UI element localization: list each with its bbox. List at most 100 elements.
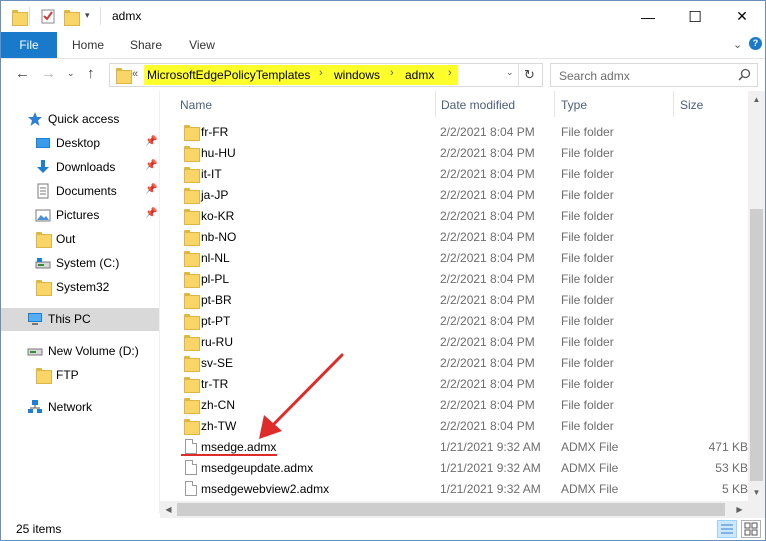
pin-icon[interactable]: 📌: [145, 160, 157, 171]
address-history-icon[interactable]: ⌄: [506, 67, 514, 78]
search-icon[interactable]: [738, 68, 751, 84]
table-row[interactable]: zh-TW 2/2/2021 8:04 PM File folder: [160, 415, 748, 436]
column-header-type[interactable]: Type: [561, 98, 587, 112]
folder-icon: [184, 187, 200, 204]
table-row[interactable]: it-IT 2/2/2021 8:04 PM File folder: [160, 163, 748, 184]
up-arrow-icon[interactable]: ↑: [87, 65, 95, 82]
folder-icon[interactable]: [12, 9, 28, 26]
table-row[interactable]: msedgeupdate.admx 1/21/2021 9:32 AM ADMX F…: [160, 457, 748, 478]
file-type: File folder: [561, 356, 614, 370]
nav-new-volume[interactable]: New Volume (D:): [1, 340, 159, 362]
help-icon[interactable]: ?: [749, 37, 762, 50]
pin-icon[interactable]: 📌: [145, 184, 157, 195]
nav-item-system-c[interactable]: System (C:): [1, 252, 159, 274]
table-row[interactable]: msedgewebview2.admx 1/21/2021 9:32 AM ADMX…: [160, 478, 748, 499]
breadcrumb-item[interactable]: MicrosoftEdgePolicyTemplates: [147, 68, 310, 82]
table-row[interactable]: pt-BR 2/2/2021 8:04 PM File folder: [160, 289, 748, 310]
column-header-row: ⌃ Name Date modified Type Size: [160, 91, 748, 117]
table-row[interactable]: nl-NL 2/2/2021 8:04 PM File folder: [160, 247, 748, 268]
scroll-down-icon[interactable]: ▼: [748, 484, 765, 501]
file-type: File folder: [561, 167, 614, 181]
nav-item-pictures[interactable]: Pictures 📌: [1, 204, 159, 226]
column-header-size[interactable]: Size: [680, 98, 703, 112]
tab-share[interactable]: Share: [123, 32, 169, 58]
chevron-right-icon[interactable]: ›: [319, 67, 323, 79]
details-view-icon[interactable]: [717, 520, 737, 538]
column-separator[interactable]: [673, 91, 674, 117]
nav-item-system32[interactable]: System32: [1, 276, 159, 298]
table-row[interactable]: ja-JP 2/2/2021 8:04 PM File folder: [160, 184, 748, 205]
annotation-underline: [181, 454, 277, 456]
status-bar: 25 items: [1, 518, 765, 540]
file-explorer-window: ▾ admx — ☐ ✕ File Home Share View ⌄ ? ← …: [0, 0, 766, 541]
column-header-name[interactable]: Name: [180, 98, 212, 112]
nav-item-out[interactable]: Out: [1, 228, 159, 250]
table-row[interactable]: ru-RU 2/2/2021 8:04 PM File folder: [160, 331, 748, 352]
nav-label: Network: [48, 400, 93, 414]
tab-file[interactable]: File: [1, 32, 57, 58]
nav-quick-access[interactable]: Quick access: [1, 108, 159, 130]
large-icons-view-icon[interactable]: [741, 520, 761, 538]
nav-this-pc[interactable]: This PC: [1, 308, 159, 331]
column-separator[interactable]: [554, 91, 555, 117]
forward-arrow-icon[interactable]: →: [41, 65, 56, 82]
date-modified: 1/21/2021 9:32 AM: [440, 461, 541, 475]
nav-label: Out: [56, 232, 76, 246]
table-row[interactable]: sv-SE 2/2/2021 8:04 PM File folder: [160, 352, 748, 373]
table-row[interactable]: zh-CN 2/2/2021 8:04 PM File folder: [160, 394, 748, 415]
recent-locations-icon[interactable]: ⌄: [67, 68, 75, 79]
pictures-icon: [35, 207, 51, 223]
tab-view[interactable]: View: [179, 32, 225, 58]
nav-item-documents[interactable]: Documents 📌: [1, 180, 159, 202]
scroll-up-icon[interactable]: ▲: [748, 91, 765, 108]
file-type: File folder: [561, 125, 614, 139]
breadcrumb-item[interactable]: admx: [405, 68, 434, 82]
search-input[interactable]: Search admx: [559, 69, 630, 83]
chevron-down-icon[interactable]: ⌄: [733, 32, 742, 58]
nav-item-downloads[interactable]: Downloads 📌: [1, 156, 159, 178]
refresh-icon[interactable]: ↻: [524, 67, 535, 83]
scroll-thumb[interactable]: [177, 503, 725, 516]
nav-item-ftp[interactable]: FTP: [1, 364, 159, 386]
customize-toolbar-icon[interactable]: ▾: [85, 10, 90, 21]
table-row[interactable]: hu-HU 2/2/2021 8:04 PM File folder: [160, 142, 748, 163]
file-name: ko-KR: [201, 209, 235, 223]
column-header-date[interactable]: Date modified: [441, 98, 515, 112]
vertical-scrollbar[interactable]: ▲ ▼: [748, 91, 765, 501]
maximize-button[interactable]: ☐: [672, 1, 718, 32]
table-row[interactable]: fr-FR 2/2/2021 8:04 PM File folder: [160, 121, 748, 142]
nav-network[interactable]: Network: [1, 396, 159, 418]
nav-item-desktop[interactable]: Desktop 📌: [1, 132, 159, 154]
date-modified: 2/2/2021 8:04 PM: [440, 146, 535, 160]
date-modified: 1/21/2021 9:32 AM: [440, 440, 541, 454]
table-row[interactable]: pl-PL 2/2/2021 8:04 PM File folder: [160, 268, 748, 289]
date-modified: 2/2/2021 8:04 PM: [440, 335, 535, 349]
table-row[interactable]: nb-NO 2/2/2021 8:04 PM File folder: [160, 226, 748, 247]
scroll-right-icon[interactable]: ▶: [731, 501, 748, 518]
scroll-thumb[interactable]: [750, 209, 763, 481]
new-folder-icon[interactable]: [64, 9, 80, 26]
table-row[interactable]: ko-KR 2/2/2021 8:04 PM File folder: [160, 205, 748, 226]
properties-icon[interactable]: [40, 8, 56, 27]
file-name: hu-HU: [201, 146, 236, 160]
close-button[interactable]: ✕: [719, 1, 765, 32]
table-row[interactable]: pt-PT 2/2/2021 8:04 PM File folder: [160, 310, 748, 331]
pin-icon[interactable]: 📌: [145, 208, 157, 219]
table-row[interactable]: tr-TR 2/2/2021 8:04 PM File folder: [160, 373, 748, 394]
chevron-right-icon[interactable]: ›: [390, 67, 394, 79]
search-box[interactable]: Search admx: [550, 63, 758, 87]
scroll-left-icon[interactable]: ◀: [160, 501, 177, 518]
horizontal-scrollbar[interactable]: ◀ ▶: [160, 501, 748, 518]
file-icon: [185, 439, 197, 454]
pin-icon[interactable]: 📌: [145, 136, 157, 147]
overflow-icon[interactable]: «: [132, 68, 138, 80]
chevron-right-icon[interactable]: ›: [448, 67, 452, 79]
item-count: 25 items: [16, 522, 62, 536]
breadcrumb-item[interactable]: windows: [334, 68, 380, 82]
tab-home[interactable]: Home: [65, 32, 111, 58]
column-separator[interactable]: [435, 91, 436, 117]
address-bar[interactable]: « MicrosoftEdgePolicyTemplates › windows…: [109, 63, 543, 87]
date-modified: 2/2/2021 8:04 PM: [440, 398, 535, 412]
back-arrow-icon[interactable]: ←: [15, 65, 30, 82]
minimize-button[interactable]: —: [625, 1, 671, 32]
